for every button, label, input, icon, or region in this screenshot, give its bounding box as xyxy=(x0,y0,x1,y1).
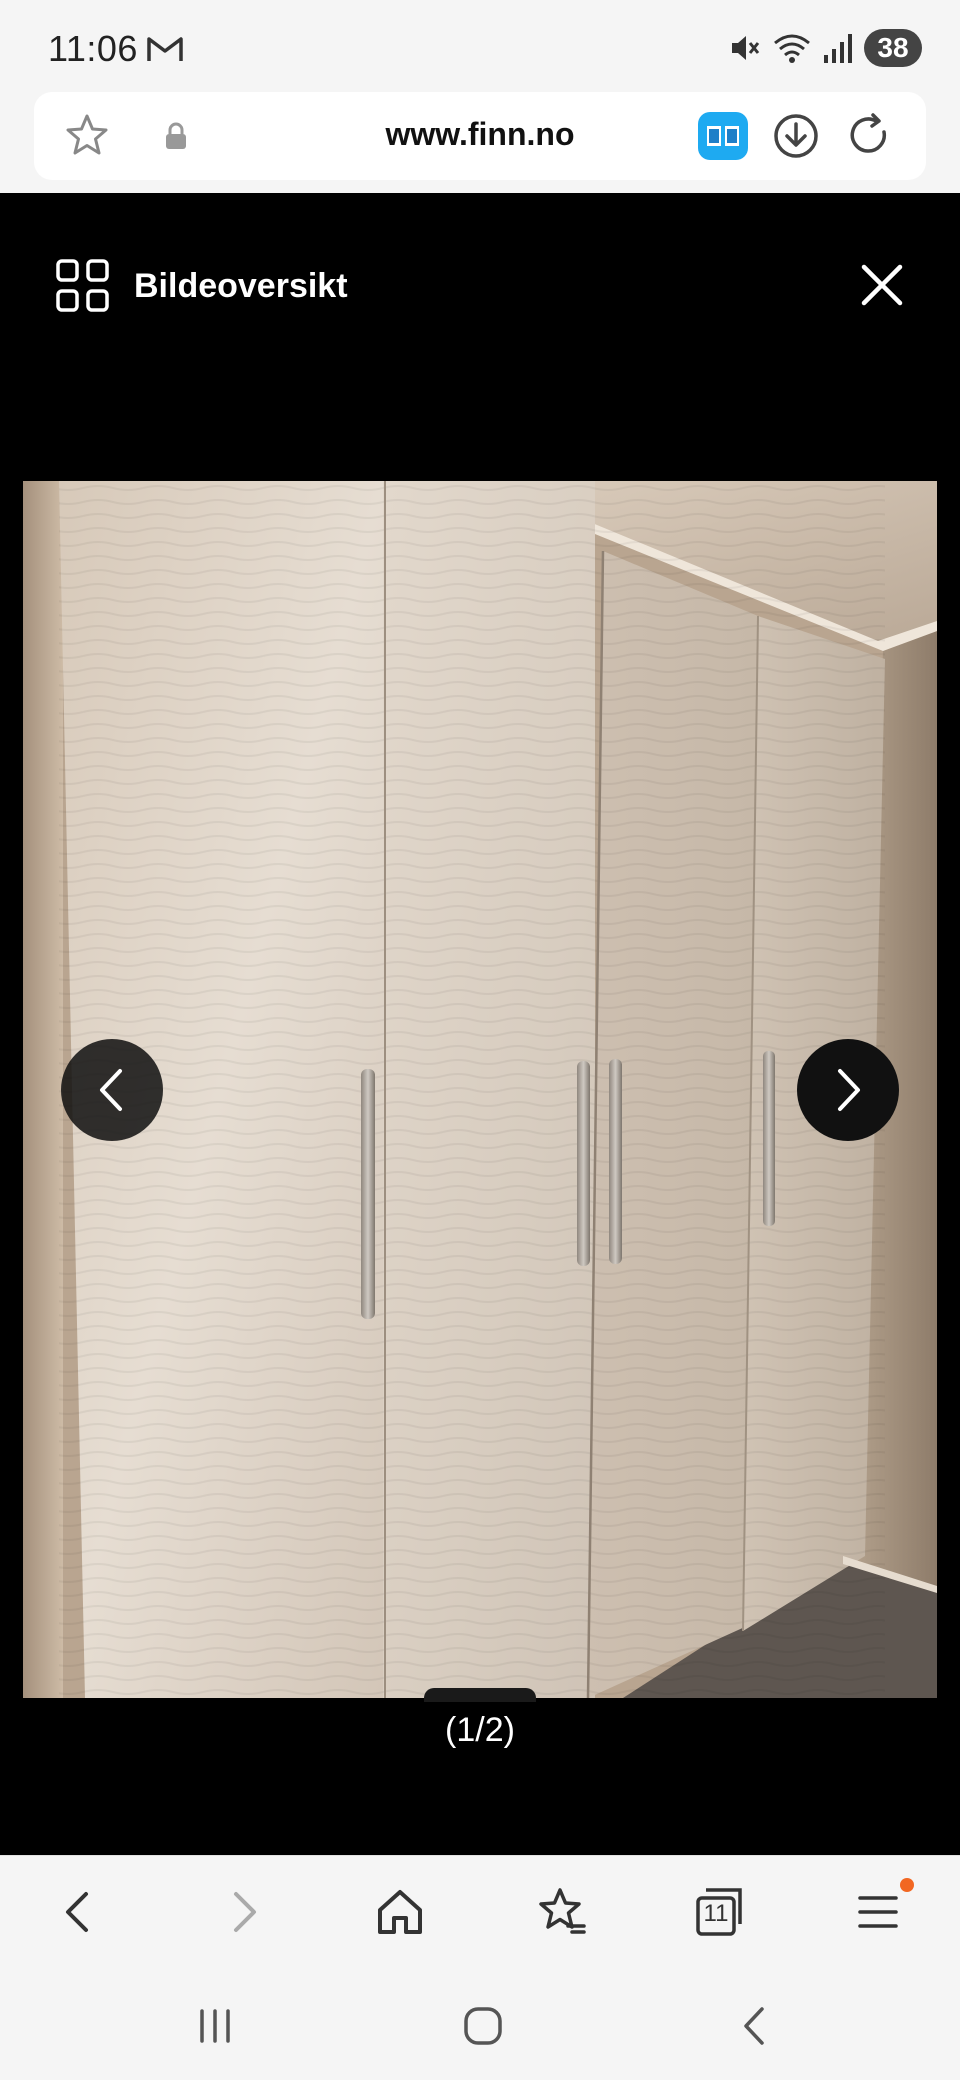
reader-mode-icon[interactable] xyxy=(698,112,748,160)
download-icon[interactable] xyxy=(772,112,820,160)
wifi-icon xyxy=(774,34,810,63)
back-icon[interactable] xyxy=(52,1884,108,1940)
tabs-count: 11 xyxy=(703,1900,729,1927)
home-circle-icon[interactable] xyxy=(458,2001,508,2051)
system-back-icon[interactable] xyxy=(730,2001,780,2051)
battery-indicator: 38 xyxy=(864,29,922,67)
tabs-button[interactable]: 11 xyxy=(692,1884,748,1940)
image-indicator-tab xyxy=(424,1688,536,1702)
mute-icon xyxy=(732,36,760,60)
signal-icon xyxy=(824,34,852,63)
grid-icon[interactable] xyxy=(56,259,110,313)
system-navigation-bar xyxy=(0,1967,960,2080)
gallery-title[interactable]: Bildeoversikt xyxy=(134,267,348,306)
image-counter: (1/2) xyxy=(445,1711,515,1749)
chevron-left-icon xyxy=(100,1069,122,1111)
browser-toolbar: 11 xyxy=(0,1855,960,1967)
recent-apps-icon[interactable] xyxy=(190,2001,240,2051)
chevron-right-icon xyxy=(838,1069,860,1111)
previous-image-button[interactable] xyxy=(61,1039,163,1141)
gmail-icon xyxy=(147,37,183,61)
menu-icon[interactable] xyxy=(852,1884,908,1940)
close-icon[interactable] xyxy=(860,263,904,307)
bookmarks-icon[interactable] xyxy=(532,1884,588,1940)
status-bar: 11:06 38 xyxy=(0,0,960,92)
reload-icon[interactable] xyxy=(846,112,894,160)
address-bar[interactable]: www.finn.no xyxy=(34,92,926,180)
home-icon[interactable] xyxy=(372,1884,428,1940)
status-icons: 38 xyxy=(728,28,922,68)
next-image-button[interactable] xyxy=(797,1039,899,1141)
status-time: 11:06 xyxy=(48,28,138,69)
image-gallery: Bildeoversikt (1/2) xyxy=(0,193,960,1855)
forward-icon[interactable] xyxy=(214,1884,270,1940)
gallery-header[interactable]: Bildeoversikt xyxy=(56,259,348,313)
menu-notification-dot xyxy=(900,1878,914,1892)
